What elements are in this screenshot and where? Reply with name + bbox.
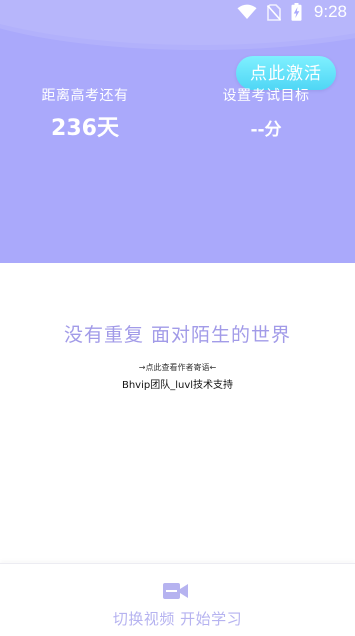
credit-text: Bhvip团队_luvl技术支持 xyxy=(121,380,234,391)
countdown-value: 236天 xyxy=(51,116,119,141)
bottom-bar: 切换视频 开始学习 xyxy=(0,563,355,636)
switch-video-button[interactable]: 切换视频 开始学习 xyxy=(100,574,255,634)
activate-button[interactable]: 点此激活 xyxy=(236,56,336,90)
countdown-block: 距离高考还有 236天 xyxy=(10,86,160,143)
status-bar: 9:28 xyxy=(237,0,347,24)
target-score-value: --分 xyxy=(250,120,282,140)
video-camera-icon xyxy=(163,581,189,601)
slogan-text: 没有重复 面对陌生的世界 xyxy=(63,324,292,346)
app-screen: 9:28 点此激活 距离高考还有 236天 设置考试目标 --分 没有重复 面对… xyxy=(0,0,355,636)
battery-charging-icon xyxy=(291,3,302,21)
header-panel: 9:28 点此激活 距离高考还有 236天 设置考试目标 --分 xyxy=(0,0,355,263)
author-message-link[interactable]: →点此查看作者寄语← xyxy=(0,362,355,373)
target-score-block[interactable]: 设置考试目标 --分 xyxy=(191,86,341,144)
status-time: 9:28 xyxy=(313,2,347,21)
countdown-label: 距离高考还有 xyxy=(41,88,129,104)
target-score-label[interactable]: 设置考试目标 xyxy=(191,86,341,106)
no-sim-icon xyxy=(266,3,281,21)
wifi-icon xyxy=(237,4,257,20)
switch-video-label: 切换视频 开始学习 xyxy=(112,610,243,628)
